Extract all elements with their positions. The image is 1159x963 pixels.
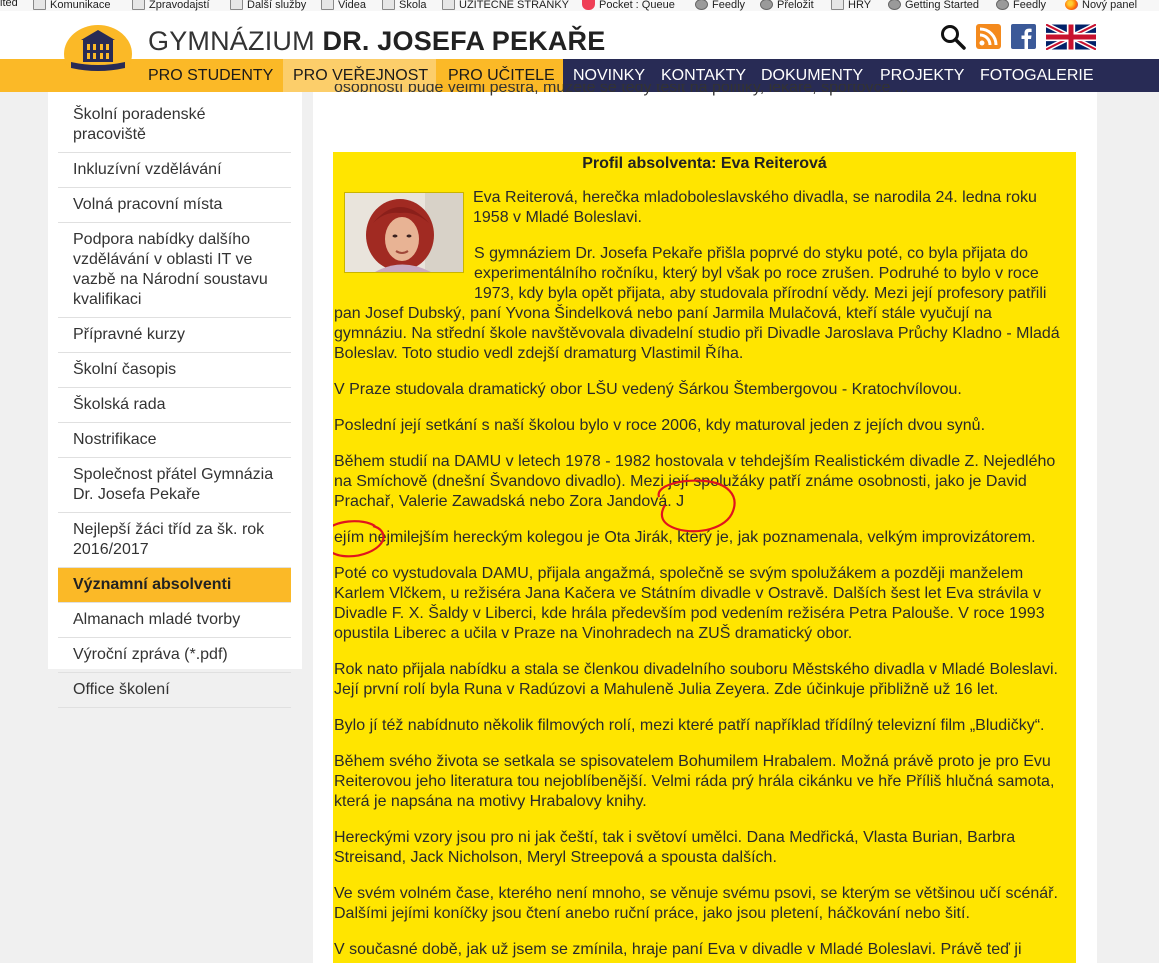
bookmark-item[interactable]: Videa: [321, 0, 366, 10]
globe-icon: [760, 0, 773, 10]
article-paragraph: Poté co vystudovala DAMU, přijala angažm…: [334, 565, 1045, 642]
bookmarks-bar: ited Komunikace Zpravodajstí Další služby Vi…: [0, 0, 1159, 11]
article-paragraph: V současné době, jak už jsem se zmínila,…: [334, 941, 1022, 958]
article-paragraph: Hereckými vzory jsou pro ni jak čeští, t…: [334, 829, 1016, 866]
bookmark-label: Zpravodajstí: [149, 0, 210, 11]
bookmark-item[interactable]: Pocket : Queue: [582, 0, 675, 10]
folder-icon: [831, 0, 844, 10]
bookmark-item[interactable]: Přeložit: [760, 0, 814, 10]
intro-text-cut: osobností bude velmi pestrá, můžete se t…: [334, 84, 908, 100]
bookmark-item[interactable]: Feedly: [996, 0, 1046, 10]
school-building-logo[interactable]: [63, 24, 133, 84]
article-paragraph: S gymnáziem Dr. Josefa Pekaře přišla pop…: [334, 192, 1068, 364]
site-title[interactable]: GYMNÁZIUM DR. JOSEFA PEKAŘE: [148, 26, 605, 57]
bookmark-item[interactable]: UŽITEČNÉ STRÁNKY: [442, 0, 569, 10]
article-paragraph: ejím nejmilejším hereckým kolegou je Ota…: [334, 529, 1036, 546]
folder-icon: [33, 0, 46, 10]
folder-icon: [132, 0, 145, 10]
folder-icon: [442, 0, 455, 10]
site-title-light: GYMNÁZIUM: [148, 26, 323, 56]
bookmark-label: Škola: [399, 0, 427, 11]
bookmark-label: Další služby: [247, 0, 307, 11]
bookmark-label: ited: [0, 0, 18, 9]
bookmark-label: Feedly: [712, 0, 746, 11]
nav-fotogalerie[interactable]: FOTOGALERIE: [974, 59, 1100, 92]
sidebar-item[interactable]: Školská rada: [58, 388, 291, 423]
sidebar-item[interactable]: Výroční zpráva (*.pdf): [58, 638, 291, 673]
sidebar-item[interactable]: Almanach mladé tvorby: [58, 603, 291, 638]
bookmark-item[interactable]: Komunikace: [33, 0, 111, 10]
sidebar-item[interactable]: Významní absolventi: [58, 568, 291, 603]
article-paragraph: Během svého života se setkala se spisova…: [334, 753, 1055, 810]
folder-icon: [230, 0, 243, 10]
bookmark-label: Komunikace: [50, 0, 111, 11]
bookmark-label: Nový panel: [1082, 0, 1138, 11]
bookmark-label: UŽITEČNÉ STRÁNKY: [459, 0, 570, 11]
article-profile: Profil absolventa: Eva Reiterová Eva Rei…: [333, 152, 1076, 963]
bookmark-label: Getting Started: [905, 0, 979, 11]
sidebar-item[interactable]: Podpora nabídky dalšího vzdělávání v obl…: [58, 223, 291, 318]
globe-icon: [996, 0, 1009, 10]
sidebar-item[interactable]: Nejlepší žáci tříd za šk. rok 2016/2017: [58, 513, 291, 568]
article-paragraph: V Praze studovala dramatický obor LŠU ve…: [334, 381, 962, 398]
bookmark-label: HRY: [848, 0, 872, 11]
globe-icon: [695, 0, 708, 10]
article-paragraph: Během studií na DAMU v letech 1978 - 198…: [334, 453, 1056, 510]
uk-flag-icon[interactable]: [1046, 24, 1096, 50]
sidebar-item[interactable]: Školní časopis: [58, 353, 291, 388]
rss-icon[interactable]: [976, 24, 1001, 49]
bookmark-label: Feedly: [1013, 0, 1047, 11]
sidebar-item[interactable]: Office školení: [58, 673, 291, 708]
article-title: Profil absolventa: Eva Reiterová: [582, 155, 827, 172]
search-icon[interactable]: [940, 24, 966, 50]
sidebar-item[interactable]: Nostrifikace: [58, 423, 291, 458]
sidebar-item[interactable]: Společnost přátel Gymnázia Dr. Josefa Pe…: [58, 458, 291, 513]
bookmark-item[interactable]: Feedly: [695, 0, 745, 10]
globe-icon: [888, 0, 901, 10]
sidebar-menu: Školní poradenské pracoviště Inkluzívní v…: [58, 98, 291, 708]
sidebar: Školní poradenské pracoviště Inkluzívní v…: [48, 92, 302, 708]
article-paragraph: Bylo jí též nabídnuto několik filmových …: [334, 717, 1045, 734]
folder-icon: [382, 0, 395, 10]
bookmark-item[interactable]: ited: [0, 0, 18, 9]
article-paragraph: Rok nato přijala nabídku a stala se člen…: [334, 661, 1058, 698]
bookmark-label: Pocket : Queue: [599, 0, 675, 11]
firefox-icon: [1065, 0, 1078, 10]
bookmark-item[interactable]: Škola: [382, 0, 427, 10]
folder-icon: [321, 0, 334, 10]
facebook-icon[interactable]: [1011, 24, 1036, 49]
nav-pro-studenty[interactable]: PRO STUDENTY: [142, 59, 279, 92]
bookmark-item[interactable]: Getting Started: [888, 0, 979, 10]
bookmark-item[interactable]: HRY: [831, 0, 871, 10]
bookmark-item[interactable]: Další služby: [230, 0, 306, 10]
sidebar-item[interactable]: Přípravné kurzy: [58, 318, 291, 353]
article-paragraph: Poslední její setkání s naší školou bylo…: [334, 417, 986, 434]
bookmark-label: Videa: [338, 0, 366, 11]
bookmark-item[interactable]: Nový panel: [1065, 0, 1137, 10]
intro-text: osobností bude velmi pestrá, můžete se t…: [334, 84, 909, 96]
pocket-icon: [582, 0, 595, 10]
bookmark-item[interactable]: Zpravodajstí: [132, 0, 210, 10]
bookmark-label: Přeložit: [777, 0, 814, 11]
article-paragraph: Ve svém volném čase, kterého není mnoho,…: [334, 885, 1058, 922]
sidebar-item[interactable]: Volná pracovní místa: [58, 188, 291, 223]
site-title-bold: DR. JOSEFA PEKAŘE: [322, 26, 606, 56]
sidebar-item[interactable]: Inkluzívní vzdělávání: [58, 153, 291, 188]
sidebar-item[interactable]: Školní poradenské pracoviště: [58, 98, 291, 153]
